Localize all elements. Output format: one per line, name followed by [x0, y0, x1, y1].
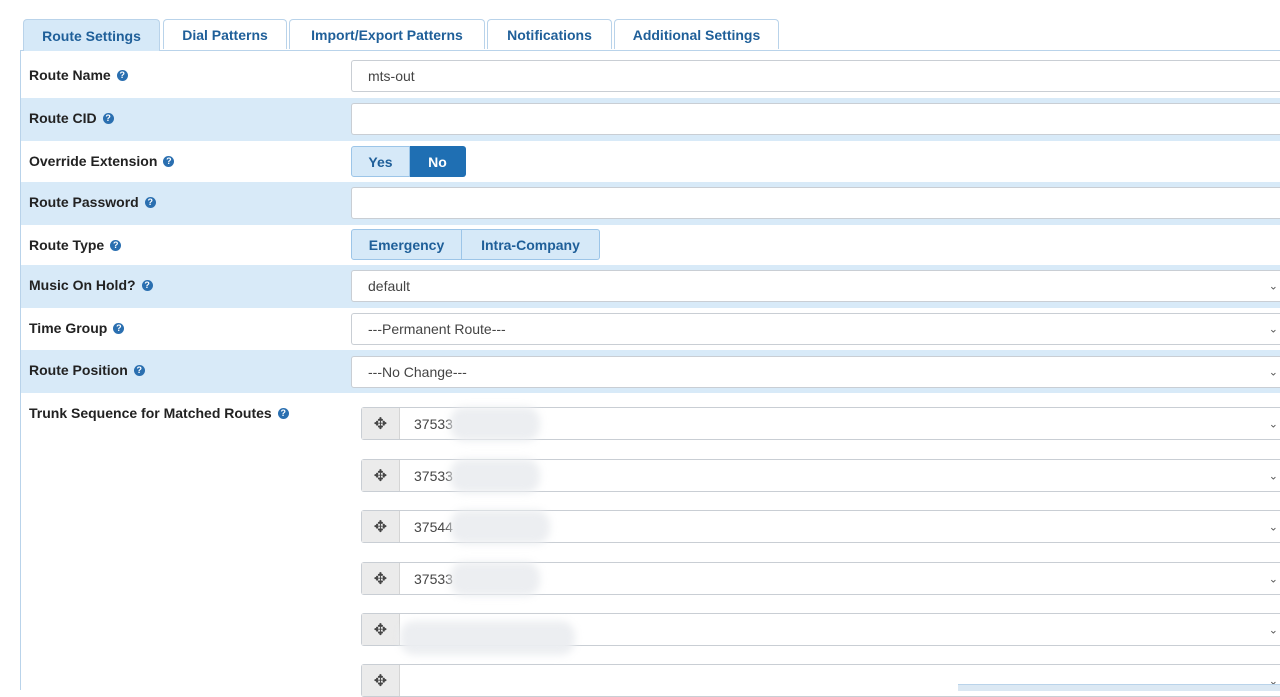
- tab-dial-patterns[interactable]: Dial Patterns: [163, 19, 287, 49]
- trunk-select-5[interactable]: ✥ ⌄: [361, 613, 1280, 655]
- route-type-row: Route Type ? Emergency Intra-Company: [21, 225, 1280, 268]
- tab-route-settings[interactable]: Route Settings: [23, 19, 160, 51]
- chevron-down-icon: ⌄: [1268, 418, 1278, 430]
- trunk-value: 37544: [414, 518, 453, 535]
- help-icon[interactable]: ?: [102, 112, 114, 124]
- music-on-hold-row: Music On Hold? ? default ⌄: [21, 265, 1280, 308]
- redacted-blur: [400, 620, 575, 655]
- tab-import-export-patterns[interactable]: Import/Export Patterns: [289, 19, 485, 49]
- trunk-select-2[interactable]: ✥ 37533 ⌄: [361, 458, 1280, 493]
- route-name-input[interactable]: mts-out: [351, 60, 1280, 92]
- override-extension-label: Override Extension ?: [29, 153, 175, 169]
- redacted-blur: [450, 458, 540, 493]
- override-no-button[interactable]: No: [410, 146, 466, 177]
- drag-handle-icon[interactable]: ✥: [362, 408, 400, 439]
- tab-additional-settings[interactable]: Additional Settings: [614, 19, 779, 49]
- trunk-select-4[interactable]: ✥ 37533 ⌄: [361, 561, 1280, 596]
- route-password-label: Route Password ?: [29, 194, 156, 210]
- trunk-select-3[interactable]: ✥ 37544 ⌄: [361, 509, 1280, 544]
- help-icon[interactable]: ?: [277, 407, 289, 419]
- trunk-value: 37533: [414, 467, 453, 484]
- route-cid-label: Route CID ?: [29, 110, 114, 126]
- route-position-select[interactable]: ---No Change--- ⌄: [351, 356, 1280, 388]
- chevron-down-icon: ⌄: [1268, 323, 1278, 336]
- music-on-hold-select[interactable]: default ⌄: [351, 270, 1280, 302]
- route-name-label: Route Name ?: [29, 67, 128, 83]
- redacted-blur: [450, 509, 550, 544]
- route-password-input[interactable]: [351, 187, 1280, 219]
- help-icon[interactable]: ?: [113, 322, 125, 334]
- help-icon[interactable]: ?: [133, 364, 145, 376]
- route-position-row: Route Position ? ---No Change--- ⌄: [21, 350, 1280, 393]
- chevron-down-icon: ⌄: [1268, 521, 1278, 533]
- redacted-blur: [450, 561, 540, 596]
- music-on-hold-label: Music On Hold? ?: [29, 277, 153, 293]
- drag-handle-icon[interactable]: ✥: [362, 665, 400, 696]
- override-yes-button[interactable]: Yes: [351, 146, 410, 177]
- trunk-sequence-label: Trunk Sequence for Matched Routes ?: [29, 405, 289, 421]
- route-type-intra-company-button[interactable]: Intra-Company: [462, 229, 600, 260]
- trunk-value: 37533: [414, 570, 453, 587]
- time-group-label: Time Group ?: [29, 320, 125, 336]
- tab-bar: Route Settings Dial Patterns Import/Expo…: [20, 19, 1280, 51]
- route-type-label: Route Type ?: [29, 237, 122, 253]
- route-type-emergency-button[interactable]: Emergency: [351, 229, 462, 260]
- route-cid-row: Route CID ?: [21, 98, 1280, 141]
- route-password-row: Route Password ?: [21, 182, 1280, 225]
- drag-handle-icon[interactable]: ✥: [362, 563, 400, 594]
- help-icon[interactable]: ?: [163, 155, 175, 167]
- redacted-blur: [450, 406, 540, 441]
- override-extension-toggle: Yes No: [351, 146, 466, 177]
- trunk-select-6[interactable]: ✥ ⌄: [361, 664, 1280, 697]
- help-icon[interactable]: ?: [110, 239, 122, 251]
- time-group-row: Time Group ? ---Permanent Route--- ⌄: [21, 308, 1280, 351]
- override-extension-row: Override Extension ? Yes No: [21, 141, 1280, 184]
- chevron-down-icon: ⌄: [1268, 280, 1278, 293]
- chevron-down-icon: ⌄: [1268, 624, 1278, 636]
- trunk-value: 37533: [414, 415, 453, 432]
- route-type-toggle: Emergency Intra-Company: [351, 229, 600, 260]
- drag-handle-icon[interactable]: ✥: [362, 614, 400, 645]
- route-name-row: Route Name ? mts-out: [21, 55, 1280, 98]
- tab-notifications[interactable]: Notifications: [487, 19, 612, 49]
- trunk-select-1[interactable]: ✥ 37533 ⌄: [361, 406, 1280, 441]
- help-icon[interactable]: ?: [141, 279, 153, 291]
- chevron-down-icon: ⌄: [1268, 470, 1278, 482]
- drag-handle-icon[interactable]: ✥: [362, 511, 400, 542]
- help-icon[interactable]: ?: [116, 69, 128, 81]
- chevron-down-icon: ⌄: [1268, 573, 1278, 585]
- route-cid-input[interactable]: [351, 103, 1280, 135]
- route-position-label: Route Position ?: [29, 362, 145, 378]
- help-icon[interactable]: ?: [144, 196, 156, 208]
- time-group-select[interactable]: ---Permanent Route--- ⌄: [351, 313, 1280, 345]
- drag-handle-icon[interactable]: ✥: [362, 460, 400, 491]
- chevron-down-icon: ⌄: [1268, 366, 1278, 379]
